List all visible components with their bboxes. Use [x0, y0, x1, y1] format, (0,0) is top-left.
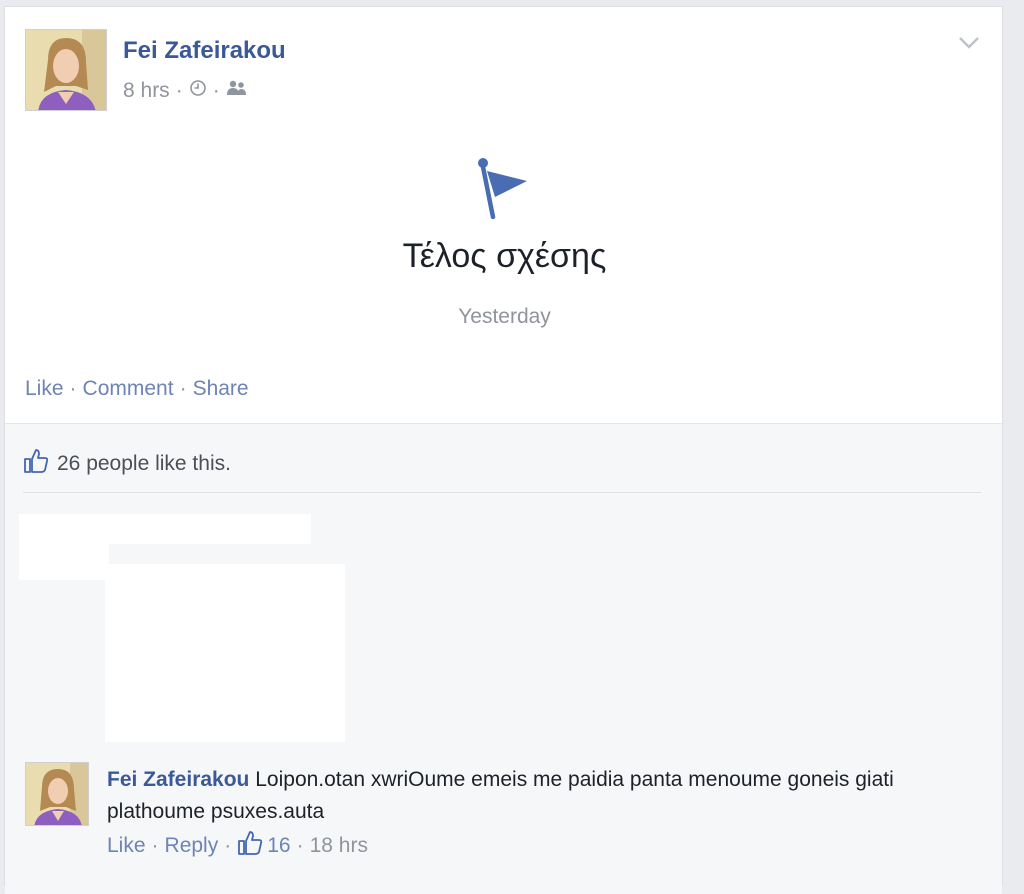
redacted-block — [19, 534, 109, 580]
action-separator: · — [179, 377, 187, 400]
comment-button[interactable]: Comment — [83, 377, 174, 400]
action-separator: · — [224, 834, 232, 857]
like-button[interactable]: Like — [25, 377, 64, 400]
action-separator: · — [151, 834, 159, 857]
likes-summary: 26 people like this. — [23, 448, 231, 480]
comment-text-block: Fei Zafeirakou Loipon.otan xwriOume emei… — [107, 764, 927, 828]
feedback-section: 26 people like this. Fei Zafeirakou Loip… — [5, 423, 1002, 894]
action-separator: · — [296, 834, 304, 857]
clock-icon — [189, 79, 207, 103]
post-actions: Like · Comment · Share — [25, 377, 249, 401]
post-time[interactable]: 8 hrs — [123, 79, 170, 103]
comment-like-count[interactable]: 16 — [267, 834, 290, 858]
thumbs-up-icon — [23, 448, 49, 480]
comment-author[interactable]: Fei Zafeirakou — [107, 768, 249, 791]
likes-count-text[interactable]: 26 people like this. — [57, 452, 231, 476]
meta-separator: · — [212, 79, 220, 102]
comment-reply-button[interactable]: Reply — [165, 834, 219, 858]
share-button[interactable]: Share — [193, 377, 249, 400]
divider — [23, 492, 981, 493]
flag-icon — [477, 157, 533, 224]
comment-actions: Like · Reply · 16 · 18 hrs — [107, 830, 368, 862]
life-event-title: Τέλος σχέσης — [402, 237, 607, 275]
author-name[interactable]: Fei Zafeirakou — [123, 37, 286, 65]
post-card: Fei Zafeirakou 8 hrs · · Τέλος σχέσης Ye… — [4, 6, 1003, 894]
redacted-block — [105, 564, 345, 742]
life-event-date: Yesterday — [458, 305, 551, 328]
chevron-down-icon[interactable] — [957, 35, 981, 56]
meta-separator: · — [175, 79, 183, 102]
action-separator: · — [69, 377, 77, 400]
thumbs-up-icon — [237, 830, 263, 862]
friends-audience-icon[interactable] — [226, 79, 248, 103]
post-meta: 8 hrs · · — [123, 79, 248, 103]
comment-like-button[interactable]: Like — [107, 834, 146, 858]
comment-time[interactable]: 18 hrs — [310, 834, 368, 858]
author-avatar[interactable] — [25, 29, 107, 111]
comment-avatar[interactable] — [25, 762, 89, 826]
